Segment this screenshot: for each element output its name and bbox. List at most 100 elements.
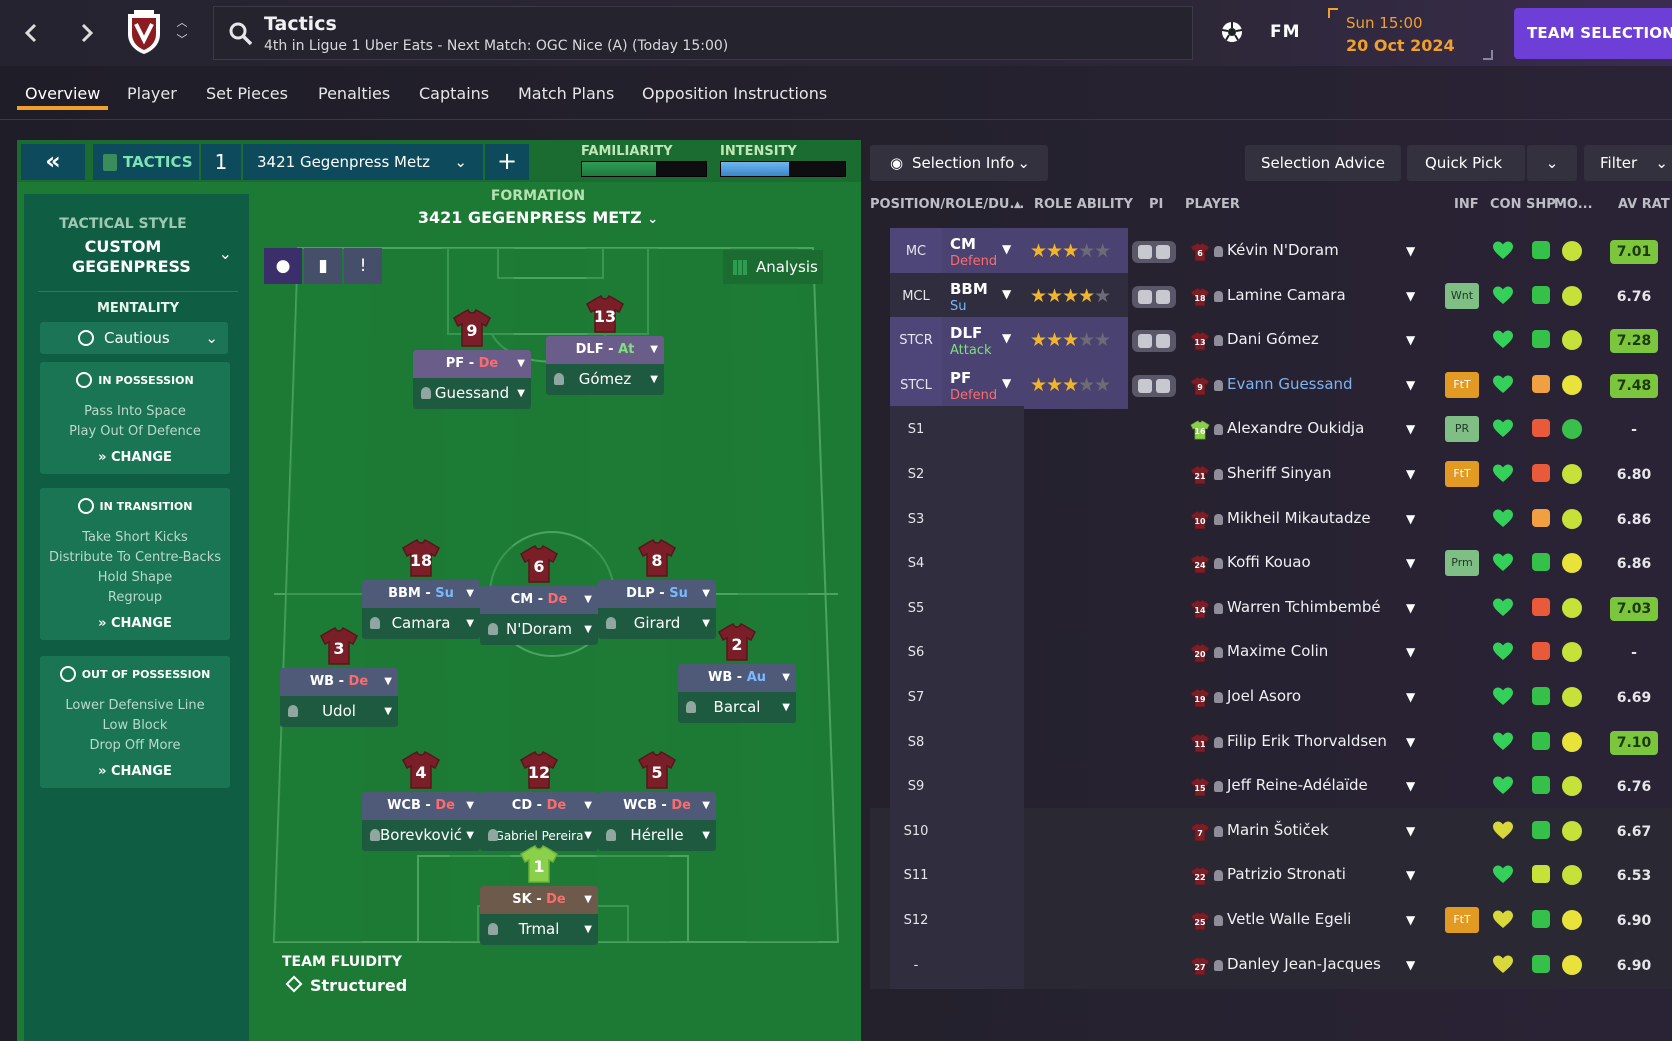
table-row[interactable]: S12 25 Vetle Walle Egeli ▼ FtT 6.90	[870, 897, 1672, 944]
add-tactic-button[interactable]: +	[485, 144, 529, 180]
chevron-down-icon[interactable]: ▼	[1406, 958, 1415, 972]
player-name[interactable]: Borevković ▼	[362, 820, 480, 851]
collapse-button[interactable]: «	[21, 144, 85, 180]
pitch-player[interactable]: 13 DLF - At ▼ Gómez ▼	[546, 294, 664, 416]
player-name[interactable]: Gómez ▼	[546, 364, 664, 395]
chevron-down-icon[interactable]: ▼	[1002, 331, 1011, 345]
search-box[interactable]: Tactics 4th in Ligue 1 Uber Eats - Next …	[213, 6, 1193, 60]
change-button[interactable]: » CHANGE	[40, 764, 230, 779]
familiarity-meter[interactable]: FAMILIARITY	[581, 144, 707, 177]
column-con[interactable]: CON	[1490, 197, 1521, 212]
table-row[interactable]: S4 24 Koffi Kouao ▼ Prm 6.86	[870, 540, 1672, 588]
pitch-player[interactable]: 8 DLP - Su ▼ Girard ▼	[598, 538, 716, 660]
player-role[interactable]: SK - De ▼	[480, 886, 598, 914]
chevron-down-icon[interactable]: ▼	[1406, 289, 1415, 303]
tab-match-plans[interactable]: Match Plans	[518, 84, 614, 103]
row-player-name[interactable]: Kévin N'Doram	[1227, 241, 1339, 259]
table-row[interactable]: S7 19 Joel Asoro ▼ 6.69	[870, 674, 1672, 721]
row-role[interactable]: CM	[950, 235, 976, 253]
chevron-down-icon[interactable]: ▼	[1406, 779, 1415, 793]
chevron-down-icon[interactable]: ▼	[1406, 467, 1415, 481]
player-role[interactable]: BBM - Su ▼	[362, 580, 480, 608]
filter-dropdown[interactable]: Filter ⌄	[1584, 145, 1672, 181]
row-player-name[interactable]: Mikheil Mikautadze	[1227, 509, 1371, 527]
row-role[interactable]: BBM	[950, 280, 988, 298]
player-role[interactable]: DLP - Su ▼	[598, 580, 716, 608]
player-name[interactable]: Girard ▼	[598, 608, 716, 639]
player-view-button[interactable]: ●	[264, 248, 302, 284]
formation-name-dropdown[interactable]: 3421 GEGENPRESS METZ ⌄	[258, 208, 818, 227]
table-row[interactable]: S10 7 Marin Šotiček ▼ 6.67	[870, 807, 1672, 855]
row-player-name[interactable]: Dani Gómez	[1227, 330, 1319, 348]
player-name[interactable]: Trmal ▼	[480, 914, 598, 945]
player-instructions-icon[interactable]	[1132, 374, 1176, 397]
row-player-name[interactable]: Filip Erik Thorvaldsen	[1227, 732, 1387, 750]
back-button[interactable]	[16, 18, 46, 48]
analysis-button[interactable]: Analysis	[723, 250, 823, 284]
chevron-down-icon[interactable]: ▼	[1406, 824, 1415, 838]
row-player-name[interactable]: Vetle Walle Egeli	[1227, 910, 1351, 928]
table-row[interactable]: - 27 Danley Jean-Jacques ▼ 6.90	[870, 941, 1672, 989]
chevron-down-icon[interactable]: ▼	[1406, 333, 1415, 347]
player-name[interactable]: Hérelle ▼	[598, 820, 716, 851]
change-button[interactable]: » CHANGE	[40, 450, 230, 465]
team-fluidity-value[interactable]: Structured	[285, 975, 407, 995]
row-player-name[interactable]: Patrizio Stronati	[1227, 865, 1346, 883]
row-player-name[interactable]: Danley Jean-Jacques	[1227, 955, 1381, 973]
table-row[interactable]: STCL PF Defend ▼ ★★★★★ 9 Evann Guessand ▼ FtT 7.4…	[870, 361, 1672, 409]
pitch-player[interactable]: 3 WB - De ▼ Udol ▼	[280, 626, 398, 748]
column-shp[interactable]: SHP	[1526, 197, 1556, 212]
tactical-style-selector[interactable]: TACTICAL STYLE CUSTOM GEGENPRESS ⌄	[38, 204, 238, 292]
pitch-player[interactable]: 4 WCB - De ▼ Borevković ▼	[362, 750, 480, 872]
row-player-name[interactable]: Koffi Kouao	[1227, 553, 1311, 571]
row-player-name[interactable]: Jeff Reine-Adélaïde	[1227, 776, 1368, 794]
club-crest[interactable]	[124, 10, 164, 56]
chevron-down-icon[interactable]: ▼	[1406, 422, 1415, 436]
chevron-down-icon[interactable]: ▼	[1406, 244, 1415, 258]
column-mo[interactable]: MO...	[1554, 197, 1593, 212]
quick-pick-button[interactable]: Quick Pick	[1407, 145, 1525, 181]
tab-penalties[interactable]: Penalties	[318, 84, 390, 103]
row-player-name[interactable]: Maxime Colin	[1227, 642, 1328, 660]
player-role[interactable]: WB - Au ▼	[678, 664, 796, 692]
player-name[interactable]: Camara ▼	[362, 608, 480, 639]
tactic-slot-number[interactable]: 1	[199, 144, 241, 180]
chevron-down-icon[interactable]: ▼	[1406, 601, 1415, 615]
column-av-rat[interactable]: AV RAT	[1618, 197, 1670, 212]
change-button[interactable]: » CHANGE	[40, 616, 230, 631]
pitch-player[interactable]: 2 WB - Au ▼ Barcal ▼	[678, 622, 796, 744]
stats-view-button[interactable]: ▮	[304, 248, 342, 284]
column-pi[interactable]: PI	[1149, 197, 1163, 212]
player-name[interactable]: Guessand ▼	[413, 378, 531, 409]
pitch-player[interactable]: 6 CM - De ▼ N'Doram ▼	[480, 544, 598, 666]
table-row[interactable]: MCL BBM Su ▼ ★★★★★ 18 Lamine Camara ▼ Wnt 6.76	[870, 272, 1672, 320]
table-row[interactable]: S1 16 Alexandre Oukidja ▼ PR -	[870, 406, 1672, 454]
football-icon[interactable]	[1218, 18, 1246, 46]
tab-set-pieces[interactable]: Set Pieces	[206, 84, 288, 103]
table-row[interactable]: MC CM Defend ▼ ★★★★★ 6 Kévin N'Doram ▼ 7.01	[870, 228, 1672, 275]
player-role[interactable]: CM - De ▼	[480, 586, 598, 614]
player-role[interactable]: DLF - At ▼	[546, 336, 664, 364]
player-role[interactable]: CD - De ▼	[480, 792, 598, 820]
chevron-down-icon[interactable]: ▼	[1002, 287, 1011, 301]
selection-advice-button[interactable]: Selection Advice	[1245, 145, 1401, 181]
chevron-down-icon[interactable]: ▼	[1406, 378, 1415, 392]
intensity-meter[interactable]: INTENSITY	[720, 144, 846, 177]
table-row[interactable]: STCR DLF Attack ▼ ★★★★★ 13 Dani Gómez ▼ 7.28	[870, 317, 1672, 365]
chevron-down-icon[interactable]: ▼	[1406, 690, 1415, 704]
club-switcher[interactable]: ︿ ﹀	[174, 14, 190, 48]
mentality-dropdown[interactable]: Cautious ⌄	[40, 322, 228, 354]
table-row[interactable]: S2 21 Sheriff Sinyan ▼ FtT 6.80	[870, 451, 1672, 498]
tab-player[interactable]: Player	[127, 84, 177, 103]
fm-logo[interactable]: FM	[1270, 22, 1301, 42]
chevron-down-icon[interactable]: ▼	[1406, 645, 1415, 659]
table-row[interactable]: S3 10 Mikheil Mikautadze ▼ 6.86	[870, 495, 1672, 543]
forward-button[interactable]	[72, 18, 102, 48]
row-player-name[interactable]: Joel Asoro	[1227, 687, 1301, 705]
date-display[interactable]: Sun 15:00 20 Oct 2024	[1328, 8, 1493, 60]
column-position[interactable]: POSITION/ROLE/DU...	[870, 197, 1024, 212]
tactic-name-dropdown[interactable]: 3421 Gegenpress Metz ⌄	[243, 144, 483, 180]
pitch-player[interactable]: 5 WCB - De ▼ Hérelle ▼	[598, 750, 716, 872]
column-inf[interactable]: INF	[1454, 197, 1479, 212]
row-role[interactable]: PF	[950, 369, 971, 387]
